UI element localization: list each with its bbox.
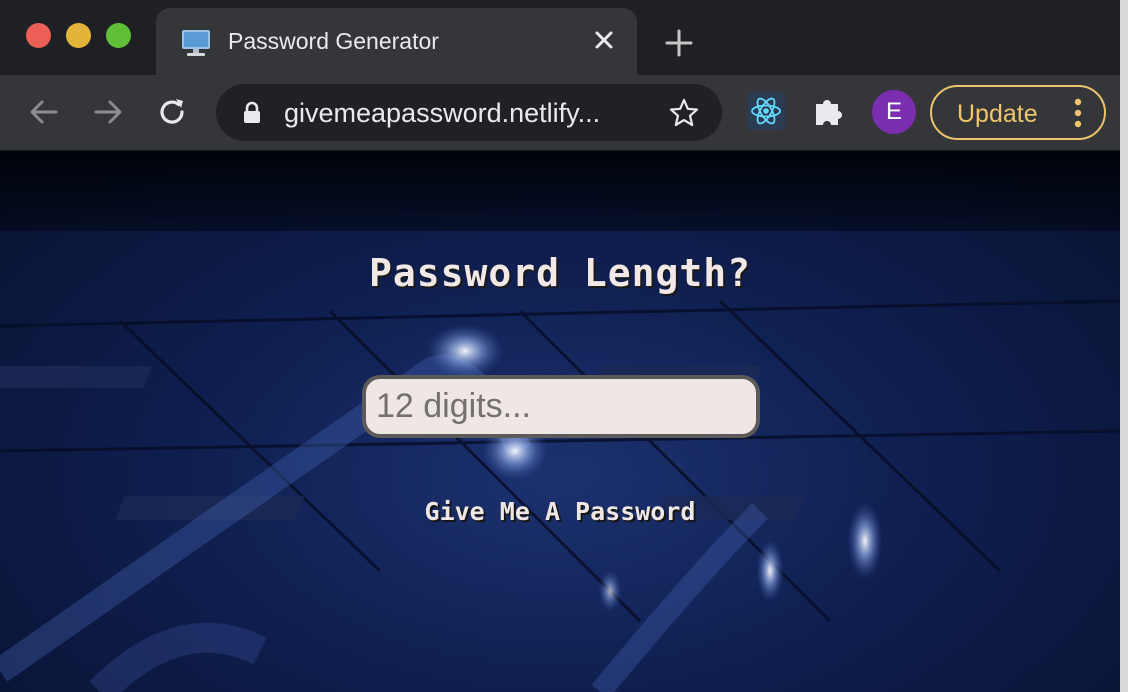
update-button[interactable]: Update bbox=[930, 85, 1106, 140]
page-title: Password Length? bbox=[368, 251, 752, 295]
address-bar[interactable]: givemeapassword.netlify... bbox=[216, 84, 722, 141]
password-length-input[interactable] bbox=[362, 375, 760, 438]
ceiling-shadow bbox=[0, 151, 1120, 231]
more-vertical-icon[interactable] bbox=[1071, 97, 1085, 129]
tab-password-generator[interactable]: Password Generator bbox=[156, 8, 637, 75]
close-window-button[interactable] bbox=[26, 23, 51, 48]
close-tab-icon[interactable] bbox=[592, 28, 616, 52]
background-window-edge bbox=[1120, 0, 1128, 692]
back-arrow-icon[interactable] bbox=[26, 94, 62, 130]
generate-password-button[interactable]: Give Me A Password bbox=[0, 497, 1120, 526]
lock-icon[interactable] bbox=[242, 101, 262, 125]
maximize-window-button[interactable] bbox=[106, 23, 131, 48]
react-devtools-extension-icon[interactable] bbox=[747, 92, 785, 130]
extensions-puzzle-icon[interactable] bbox=[812, 94, 846, 128]
update-label: Update bbox=[957, 100, 1038, 128]
bookmark-star-icon[interactable] bbox=[668, 97, 700, 129]
forward-arrow-icon[interactable] bbox=[90, 94, 126, 130]
profile-avatar[interactable]: E bbox=[872, 90, 916, 134]
monitor-icon bbox=[182, 30, 210, 56]
url-text[interactable]: givemeapassword.netlify... bbox=[284, 98, 600, 129]
new-tab-icon[interactable] bbox=[664, 28, 694, 58]
page-viewport: Password Length? Give Me A Password bbox=[0, 151, 1120, 692]
tab-strip: Password Generator bbox=[0, 0, 1128, 75]
tab-title: Password Generator bbox=[228, 28, 439, 54]
minimize-window-button[interactable] bbox=[66, 23, 91, 48]
reload-icon[interactable] bbox=[154, 94, 190, 130]
